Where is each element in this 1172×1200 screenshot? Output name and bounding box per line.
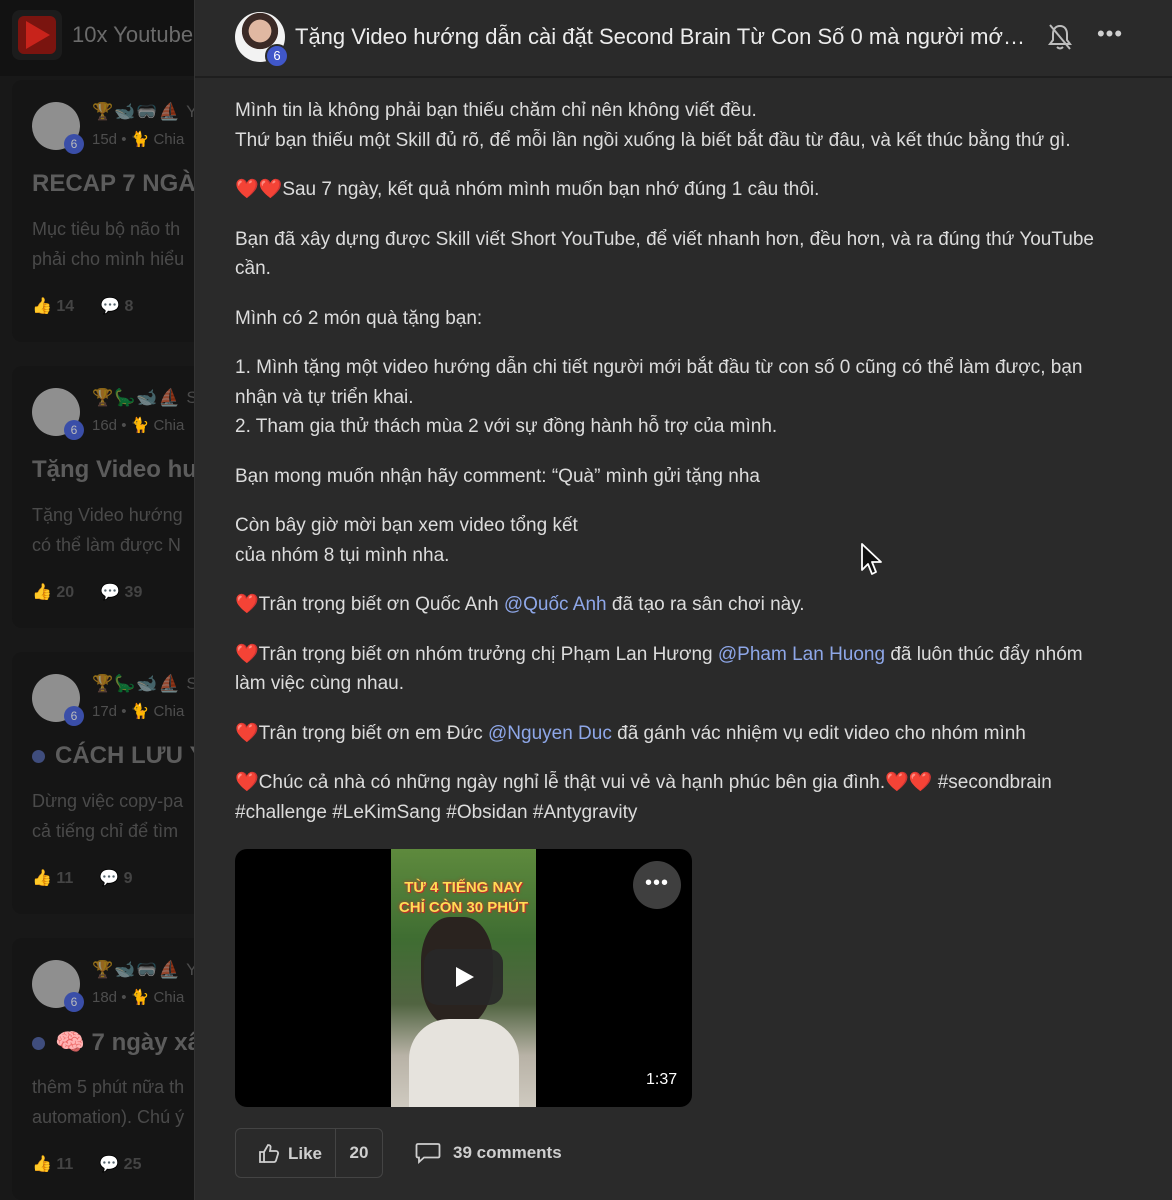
paragraph: ❤️Trân trọng biết ơn nhóm trưởng chị Phạ… (235, 643, 1083, 695)
like-count: 👍 20 (32, 584, 75, 601)
feed-card[interactable]: 6 🏆🦕🐋⛵ S 17d • 🐈 Chia CÁCH LƯU Ý Dừng vi… (12, 652, 212, 914)
like-count: 👍 14 (32, 298, 75, 315)
mention-link[interactable]: @Pham Lan Huong (718, 644, 885, 665)
card-excerpt: Dừng việc copy-pa cả tiếng chỉ để tìm (32, 791, 184, 841)
comment-count: 💬 39 (100, 584, 143, 601)
card-title: 🧠 7 ngày xâ (32, 1028, 201, 1057)
play-button[interactable] (424, 949, 503, 1005)
video-player[interactable]: TỪ 4 TIẾNG NAY CHỈ CÒN 30 PHÚT ••• 1:37 (235, 849, 692, 1107)
video-caption: CHỈ CÒN 30 PHÚT (398, 899, 529, 916)
comment-count: 💬 25 (99, 1156, 142, 1173)
paragraph: ❤️Trân trọng biết ơn em Đức @Nguyen Duc … (235, 722, 1026, 744)
paragraph: Bạn đã xây dựng được Skill viết Short Yo… (235, 228, 1094, 280)
video-more-icon[interactable]: ••• (633, 861, 681, 909)
video-duration: 1:37 (639, 1069, 685, 1091)
card-title: Tặng Video hư (32, 456, 200, 483)
comment-icon (415, 1143, 441, 1164)
mention-link[interactable]: @Quốc Anh (504, 594, 607, 615)
unread-dot (32, 750, 45, 764)
card-excerpt: Tặng Video hướng có thể làm được N (32, 505, 183, 555)
post-meta: 15d • 🐈 Chia (92, 131, 185, 148)
paragraph: 1. Mình tặng một video hướng dẫn chi tiế… (235, 357, 1083, 437)
paragraph: ❤️Trân trọng biết ơn Quốc Anh @Quốc Anh … (235, 594, 805, 615)
like-count: 👍 11 (32, 1156, 74, 1173)
play-icon (456, 967, 474, 987)
paragraph: Mình tin là không phải bạn thiếu chăm ch… (235, 100, 1071, 151)
mention-link[interactable]: @Nguyen Duc (488, 723, 612, 744)
post-meta: 17d • 🐈 Chia (92, 703, 185, 720)
card-excerpt: Mục tiêu bộ não th phải cho mình hiểu (32, 219, 185, 269)
mouse-cursor-icon (861, 543, 882, 575)
level-badge: 6 (64, 420, 84, 440)
card-title: RECAP 7 NGÀY (32, 170, 212, 197)
paragraph: Mình có 2 món quà tặng bạn: (235, 307, 483, 329)
card-stats: 👍 11 💬 9 (32, 868, 159, 888)
notification-bell-icon[interactable] (1047, 22, 1073, 52)
card-excerpt: thêm 5 phút nữa th automation). Chú ý (32, 1077, 185, 1127)
feed-card[interactable]: 6 🏆🐋🥽⛵ Y 18d • 🐈 Chia 🧠 7 ngày xâ thêm 5… (12, 938, 212, 1200)
post-modal: 6 Tặng Video hướng dẫn cài đặt Second Br… (194, 0, 1172, 1200)
app-logo[interactable] (12, 10, 62, 60)
card-stats: 👍 20 💬 39 (32, 582, 168, 602)
app-title[interactable]: 10x Youtube (72, 22, 193, 48)
video-caption: TỪ 4 TIẾNG NAY (404, 879, 523, 896)
feed-card[interactable]: 6 🏆🦕🐋⛵ S 16d • 🐈 Chia Tặng Video hư Tặng… (12, 366, 212, 628)
app-header: 10x Youtube (0, 0, 200, 76)
modal-header: 6 Tặng Video hướng dẫn cài đặt Second Br… (195, 0, 1172, 78)
post-meta: 18d • 🐈 Chia (92, 989, 185, 1006)
comments-button[interactable]: 39 comments (415, 1128, 615, 1178)
like-count[interactable]: 20 (336, 1129, 382, 1177)
author-level-badge: 6 (265, 44, 289, 68)
more-options-icon[interactable]: ••• (1095, 22, 1125, 52)
like-group: Like 20 (235, 1128, 383, 1178)
like-button[interactable]: Like (236, 1129, 336, 1177)
badge-emojis: 🏆🦕🐋⛵ S (92, 674, 199, 693)
card-title: CÁCH LƯU Ý (32, 742, 206, 770)
badge-emojis: 🏆🦕🐋⛵ S (92, 388, 199, 407)
card-stats: 👍 11 💬 25 (32, 1154, 167, 1174)
like-count: 👍 11 (32, 870, 74, 887)
paragraph: Bạn mong muốn nhận hãy comment: “Quà” mì… (235, 465, 760, 487)
card-stats: 👍 14 💬 8 (32, 296, 159, 316)
level-badge: 6 (64, 134, 84, 154)
paragraph: ❤️❤️Sau 7 ngày, kết quả nhóm mình muốn b… (235, 179, 820, 200)
badge-emojis: 🏆🐋🥽⛵ Y (92, 102, 199, 121)
level-badge: 6 (64, 706, 84, 726)
feed-card[interactable]: 6 🏆🐋🥽⛵ Y 15d • 🐈 Chia RECAP 7 NGÀY Mục t… (12, 80, 212, 342)
thumbs-up-icon (259, 1144, 280, 1163)
unread-dot (32, 1037, 45, 1051)
play-logo-icon (26, 21, 50, 49)
post-actions: Like 20 39 comments (235, 1128, 1115, 1178)
post-body: Mình tin là không phải bạn thiếu chăm ch… (235, 96, 1115, 847)
post-title: Tặng Video hướng dẫn cài đặt Second Brai… (295, 24, 1025, 49)
comment-count: 💬 8 (100, 298, 134, 315)
paragraph: ❤️Chúc cả nhà có những ngày nghỉ lễ thật… (235, 772, 1052, 823)
paragraph: Còn bây giờ mời bạn xem video tổng kết củ… (235, 515, 578, 566)
badge-emojis: 🏆🐋🥽⛵ Y (92, 960, 199, 979)
level-badge: 6 (64, 992, 84, 1012)
post-meta: 16d • 🐈 Chia (92, 417, 185, 434)
comment-count: 💬 9 (99, 870, 133, 887)
